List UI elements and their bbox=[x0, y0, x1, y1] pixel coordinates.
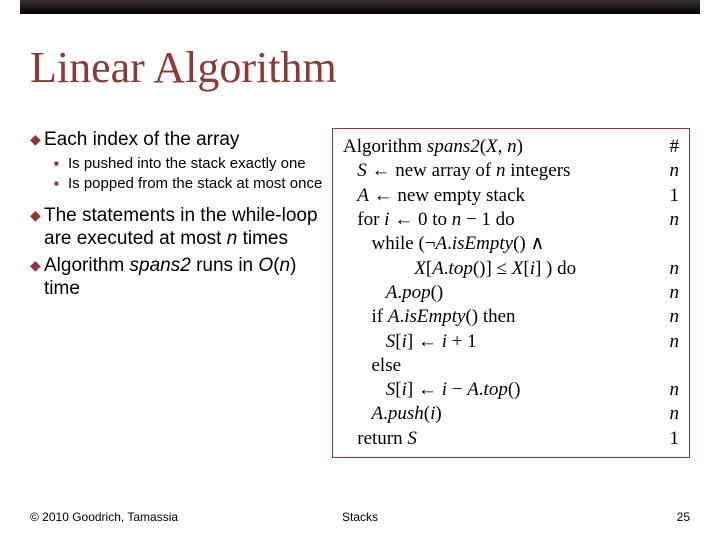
sub-bullet-1-text: Is pushed into the stack exactly one bbox=[68, 155, 330, 173]
bullet-2-text: The statements in the while-loop are exe… bbox=[44, 204, 330, 250]
slide-content: ◆ Each index of the array ■ Is pushed in… bbox=[30, 128, 690, 490]
sub-bullet-2-text: Is popped from the stack at most once bbox=[68, 175, 330, 193]
square-icon: ■ bbox=[54, 175, 68, 193]
decorative-top-bar bbox=[20, 0, 700, 14]
right-column: Algorithm spans2(X, n) # S ← new array o… bbox=[332, 128, 690, 490]
sub-bullet-2: ■ Is popped from the stack at most once bbox=[54, 175, 330, 193]
algorithm-box: Algorithm spans2(X, n) # S ← new array o… bbox=[332, 128, 690, 458]
slide-title: Linear Algorithm bbox=[30, 42, 337, 93]
bullet-3-text: Algorithm spans2 runs in O(n) time bbox=[44, 254, 330, 300]
bullet-1: ◆ Each index of the array bbox=[30, 128, 330, 151]
algo-line-8: S[i] ← i + 1 n bbox=[343, 330, 679, 354]
bullet-1-text: Each index of the array bbox=[44, 128, 330, 151]
left-column: ◆ Each index of the array ■ Is pushed in… bbox=[30, 128, 330, 490]
algo-line-9: else bbox=[343, 354, 679, 378]
algo-line-12: return S 1 bbox=[343, 427, 679, 451]
bullet-icon: ◆ bbox=[30, 204, 44, 250]
algo-line-1: S ← new array of n integers n bbox=[343, 159, 679, 183]
sub-bullet-1: ■ Is pushed into the stack exactly one bbox=[54, 155, 330, 173]
square-icon: ■ bbox=[54, 155, 68, 173]
algo-line-7: if A.isEmpty() then n bbox=[343, 305, 679, 329]
bullet-1-sublist: ■ Is pushed into the stack exactly one ■… bbox=[54, 155, 330, 194]
algo-line-10: S[i] ← i − A.top() n bbox=[343, 378, 679, 402]
footer-page-number: 25 bbox=[677, 510, 690, 524]
algo-line-4: while (¬A.isEmpty() ∧ bbox=[343, 232, 679, 256]
footer-topic: Stacks bbox=[0, 510, 720, 524]
bullet-icon: ◆ bbox=[30, 128, 44, 151]
algo-line-2: A ← new empty stack 1 bbox=[343, 184, 679, 208]
algo-line-0: Algorithm spans2(X, n) # bbox=[343, 135, 679, 159]
bullet-2: ◆ The statements in the while-loop are e… bbox=[30, 204, 330, 250]
bullet-icon: ◆ bbox=[30, 254, 44, 300]
bullet-3: ◆ Algorithm spans2 runs in O(n) time bbox=[30, 254, 330, 300]
algo-line-3: for i ← 0 to n − 1 do n bbox=[343, 208, 679, 232]
algo-line-5: X[A.top()] ≤ X[i] ) do n bbox=[343, 257, 679, 281]
algo-line-11: A.push(i) n bbox=[343, 402, 679, 426]
algo-line-6: A.pop() n bbox=[343, 281, 679, 305]
